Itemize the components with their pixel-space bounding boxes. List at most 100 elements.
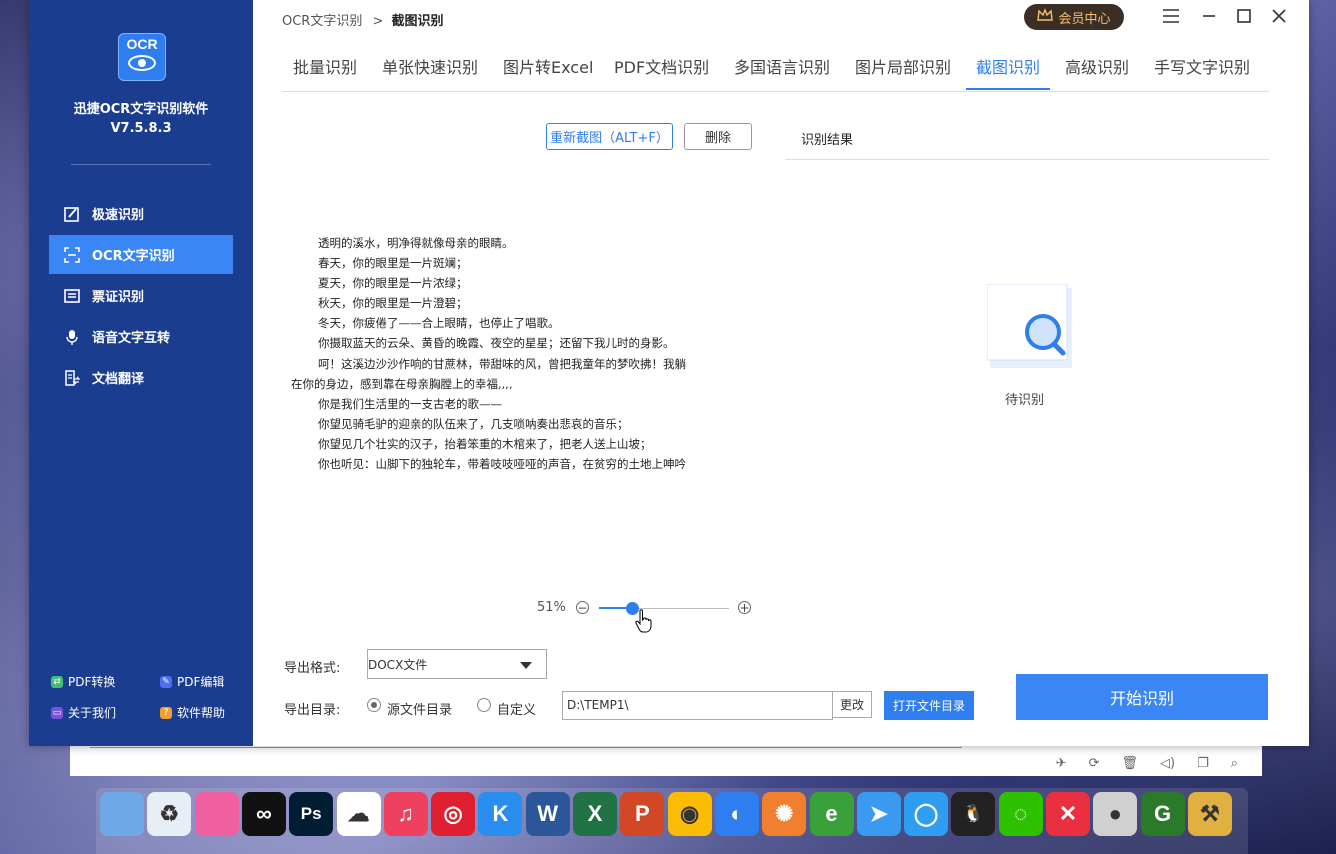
export-format-label: 导出格式: [284,661,341,676]
start-recognize-button[interactable]: 开始识别 [1016,674,1268,720]
wechat-icon[interactable]: ◌ [998,792,1043,836]
close-icon[interactable] [1267,8,1291,29]
beeline-icon[interactable]: ∞ [241,792,286,836]
g-app-icon[interactable]: G [1140,792,1185,836]
tab-pdf[interactable]: PDF文档识别 [614,54,709,78]
eye-icon [128,55,156,71]
chevron-down-icon [520,662,532,669]
custom-dir-label[interactable]: 自定义 [497,699,536,718]
export-dir-label: 导出目录: [284,703,341,718]
music-icon[interactable]: ♫ [383,792,428,836]
footer-label: 关于我们 [68,706,117,720]
ie-icon[interactable]: e [809,792,854,836]
vip-label: 会员中心 [1058,11,1111,27]
sidebar-item-fast-recognize[interactable]: 极速识别 [49,194,233,233]
sidebar-item-ocr[interactable]: OCR文字识别 [49,235,233,274]
result-divider [785,159,1269,160]
pending-status: 待识别 [1005,393,1045,408]
zoom-out-icon[interactable]: − [576,601,589,614]
tab-single-fast[interactable]: 单张快速识别 [382,54,478,78]
pdf-convert-icon: ⇄ [51,675,63,688]
tab-bar: 批量识别 单张快速识别 图片转Excel PDF文档识别 多国语言识别 图片局部… [282,44,1269,92]
screen-record-icon[interactable]: ● [1093,792,1138,836]
menu-icon[interactable] [1159,8,1183,29]
search-icon[interactable]: ⌕ [1231,756,1238,771]
petal-icon[interactable] [194,792,239,836]
app-logo: OCR [118,33,166,81]
breadcrumb-root[interactable]: OCR文字识别 [282,14,362,29]
powerpoint-icon[interactable]: P [620,792,665,836]
browser-icon[interactable]: ◐ [714,792,759,836]
help-link[interactable]: ? 软件帮助 [160,704,225,721]
tab-advanced[interactable]: 高级识别 [1065,54,1129,78]
sidebar-item-ticket[interactable]: 票证识别 [49,276,233,315]
sidebar-divider [71,164,211,165]
logo-text: OCR [126,36,158,52]
footer-label: PDF转换 [68,675,116,689]
preview-line: 春天，你的眼里是一片斑斓； [318,256,468,271]
kugou-icon[interactable]: K [478,792,523,836]
feishu-icon[interactable]: ➤ [856,792,901,836]
delete-button[interactable]: 删除 [684,123,752,150]
tab-image-partial[interactable]: 图片局部识别 [855,54,951,78]
sidebar-item-label: 极速识别 [92,208,145,223]
translate-icon [63,369,81,387]
netease-music-icon[interactable]: ◎ [431,792,476,836]
tools-icon[interactable]: ⚒ [1187,792,1232,836]
chat-icon[interactable]: ◯ [904,792,949,836]
qq-icon[interactable]: 🐧 [951,792,996,836]
photoshop-icon[interactable]: Ps [289,792,334,836]
preview-line: 呵！这溪边沙沙作响的甘蔗林，带甜味的风，曾把我童年的梦吹拂！我躺 [318,356,686,371]
source-dir-label[interactable]: 源文件目录 [387,699,452,718]
breadcrumb: OCR文字识别 > 截图识别 [282,10,444,29]
tab-batch[interactable]: 批量识别 [293,54,357,78]
maximize-icon[interactable] [1232,8,1256,29]
history-icon[interactable]: ⟳ [1089,756,1100,771]
xmind-icon[interactable]: ✕ [1046,792,1090,836]
app-title: 迅捷OCR文字识别软件 V7.5.8.3 [29,100,253,138]
pin-icon[interactable]: ✈ [1056,756,1067,771]
baidu-cloud-icon[interactable]: ☁ [336,792,381,836]
computer-icon[interactable] [100,792,144,836]
footer-label: 软件帮助 [177,706,226,720]
recycle-bin-icon[interactable]: ♻ [147,792,192,836]
scan-icon [63,246,81,264]
export-format-select[interactable]: DOCX文件 [367,649,547,679]
pdf-edit-link[interactable]: ✎ PDF编辑 [160,673,224,690]
volume-icon[interactable]: ◁) [1160,756,1175,771]
tab-multilang[interactable]: 多国语言识别 [734,54,830,78]
main-window: OCR 迅捷OCR文字识别软件 V7.5.8.3 极速识别 OCR文字识别 票证… [29,0,1309,746]
open-folder-button[interactable]: 打开文件目录 [884,691,974,720]
change-path-button[interactable]: 更改 [832,691,872,718]
tab-image-to-excel[interactable]: 图片转Excel [503,54,593,78]
word-icon[interactable]: W [525,792,570,836]
trash-icon[interactable]: 🗑 [1121,756,1138,771]
sidebar: OCR 迅捷OCR文字识别软件 V7.5.8.3 极速识别 OCR文字识别 票证… [29,0,253,746]
restore-icon[interactable]: ❐ [1197,756,1209,771]
pinwheel-icon[interactable]: ✺ [762,792,807,836]
vip-center-button[interactable]: 会员中心 [1024,4,1124,30]
sidebar-item-translate[interactable]: 文档翻译 [49,358,233,397]
zoom-level: 51% [537,600,566,615]
active-tab-indicator [966,88,1050,90]
background-toolbar: ✈ ⟳ 🗑 ◁) ❐ ⌕ [1056,756,1238,771]
radio-source-dir[interactable] [367,698,381,712]
zoom-in-icon[interactable]: + [738,601,751,614]
recapture-button[interactable]: 重新截图（ALT+F） [546,123,673,150]
about-link[interactable]: ▭ 关于我们 [51,704,116,721]
preview-line: 夏天，你的眼里是一片浓绿； [318,276,468,291]
radio-custom-dir[interactable] [477,698,491,712]
preview-line: 你望见骑毛驴的迎亲的队伍来了，几支唢呐奏出悲哀的音乐； [318,416,629,431]
sidebar-item-voice[interactable]: 语音文字互转 [49,317,233,356]
export-path-field[interactable]: D:\TEMP1\ [562,691,833,720]
tab-handwriting[interactable]: 手写文字识别 [1154,54,1250,78]
pdf-convert-link[interactable]: ⇄ PDF转换 [51,673,115,690]
export-format-value: DOCX文件 [368,657,428,672]
sidebar-item-label: 语音文字互转 [92,331,171,346]
excel-icon[interactable]: X [573,792,617,836]
tab-screenshot[interactable]: 截图识别 [976,54,1040,78]
pending-illustration-icon [986,281,1072,368]
minimize-icon[interactable] [1197,8,1221,29]
preview-line: 你是我们生活里的一支古老的歌—— [318,396,502,411]
chrome-icon[interactable]: ◉ [667,792,712,836]
